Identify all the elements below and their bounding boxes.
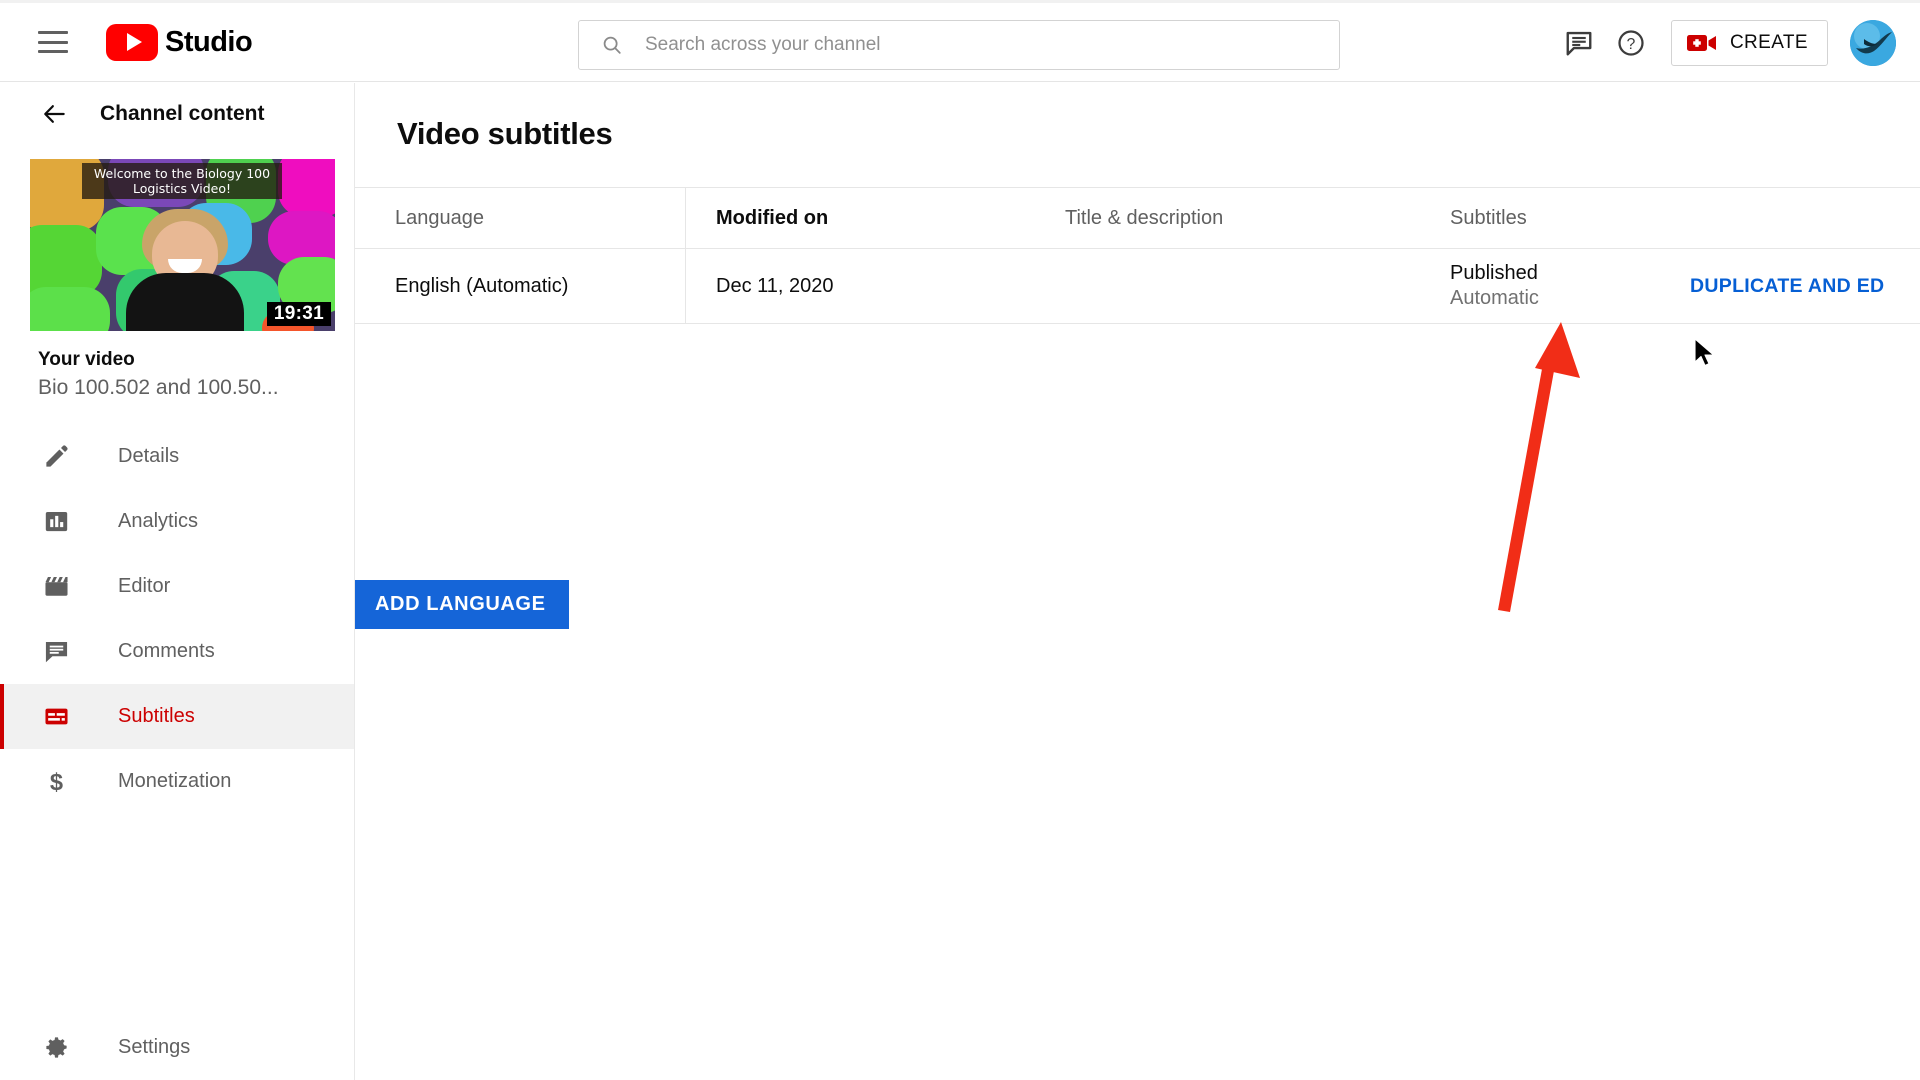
table-header-row: Language Modified on Title & description… — [355, 187, 1920, 249]
sidebar-item-label: Editor — [118, 575, 171, 597]
sidebar-item-label: Comments — [118, 640, 215, 662]
sidebar-item-comments[interactable]: Comments — [0, 619, 354, 684]
create-button[interactable]: CREATE — [1670, 19, 1828, 66]
comment-icon — [43, 638, 70, 665]
hamburger-menu-icon[interactable] — [38, 31, 68, 53]
video-title: Bio 100.502 and 100.50... — [38, 376, 279, 399]
column-header-subtitles[interactable]: Subtitles — [1450, 207, 1690, 230]
svg-text:$: $ — [50, 770, 63, 795]
sidebar-item-details[interactable]: Details — [0, 424, 354, 489]
sidebar-item-label: Analytics — [118, 510, 199, 532]
thumbnail-person — [126, 209, 244, 331]
sidebar-item-monetization[interactable]: $ Monetization — [0, 749, 354, 814]
subtitles-table: Language Modified on Title & description… — [355, 187, 1920, 324]
status-kind: Automatic — [1450, 287, 1539, 309]
sidebar-item-analytics[interactable]: Analytics — [0, 489, 354, 554]
video-meta: Your video Bio 100.502 and 100.50... — [38, 349, 354, 400]
duplicate-and-edit-button[interactable]: DUPLICATE AND ED — [1690, 275, 1884, 297]
cell-subtitles-status: Published Automatic — [1450, 261, 1690, 311]
bar-chart-icon — [43, 508, 70, 535]
your-video-label: Your video — [38, 349, 135, 370]
subtitles-icon — [43, 703, 70, 730]
channel-content-title: Channel content — [100, 102, 265, 125]
page-title: Video subtitles — [397, 116, 613, 151]
sidebar-item-label: Settings — [118, 1036, 191, 1058]
brand-label: Studio — [165, 25, 253, 58]
pencil-icon — [43, 443, 70, 470]
cell-language: English (Automatic) — [395, 274, 569, 297]
search-bar[interactable] — [578, 20, 1340, 70]
cell-modified-on: Dec 11, 2020 — [685, 249, 1065, 323]
help-question-icon[interactable]: ? — [1605, 17, 1657, 69]
main-content: Video subtitles Language Modified on Tit… — [352, 83, 1920, 1080]
back-arrow-icon — [44, 105, 65, 123]
sidebar-item-label: Monetization — [118, 770, 232, 792]
sidebar-nav: Details Analytics Editor Comments Subtit… — [0, 424, 354, 814]
sidebar-item-label: Subtitles — [118, 705, 195, 727]
feedback-comment-icon[interactable] — [1553, 17, 1605, 69]
mouse-cursor — [1694, 338, 1715, 367]
clapperboard-icon — [43, 573, 70, 600]
studio-brand-logo[interactable]: Studio — [106, 23, 253, 61]
sidebar-item-editor[interactable]: Editor — [0, 554, 354, 619]
add-language-button[interactable]: ADD LANGUAGE — [352, 580, 569, 629]
dollar-sign-icon: $ — [43, 768, 70, 795]
sidebar-item-label: Details — [118, 445, 180, 467]
youtube-studio-page: Studio ? — [0, 0, 1920, 1080]
thumbnail-caption: Welcome to the Biology 100 Logistics Vid… — [82, 163, 282, 199]
header-actions: ? CREATE — [1553, 3, 1904, 82]
column-header-modified-on[interactable]: Modified on — [685, 188, 1065, 248]
column-header-title-description[interactable]: Title & description — [1065, 207, 1450, 230]
sidebar-nav-bottom: Settings Send feedback — [0, 1015, 354, 1080]
svg-text:?: ? — [1627, 36, 1636, 53]
avatar[interactable] — [1850, 19, 1896, 66]
column-header-language[interactable]: Language — [355, 207, 685, 230]
video-camera-plus-icon — [1686, 34, 1716, 51]
table-row[interactable]: English (Automatic) Dec 11, 2020 Publish… — [355, 249, 1920, 324]
search-icon — [603, 36, 621, 54]
sidebar-item-subtitles[interactable]: Subtitles — [0, 684, 354, 749]
create-button-label: CREATE — [1729, 31, 1808, 53]
search-input[interactable] — [645, 34, 1285, 56]
sidebar-item-settings[interactable]: Settings — [0, 1015, 354, 1080]
channel-content-back[interactable]: Channel content — [0, 83, 354, 145]
gear-icon — [43, 1034, 70, 1061]
video-duration: 19:31 — [266, 302, 331, 326]
cell-actions: DUPLICATE AND ED — [1690, 275, 1920, 298]
sidebar: Channel content Welcome to the Biology 1… — [0, 83, 355, 1080]
app-header: Studio ? — [0, 3, 1920, 82]
status-badge: Published — [1450, 262, 1538, 284]
video-thumbnail[interactable]: Welcome to the Biology 100 Logistics Vid… — [30, 159, 335, 331]
youtube-logo-icon — [106, 23, 158, 61]
